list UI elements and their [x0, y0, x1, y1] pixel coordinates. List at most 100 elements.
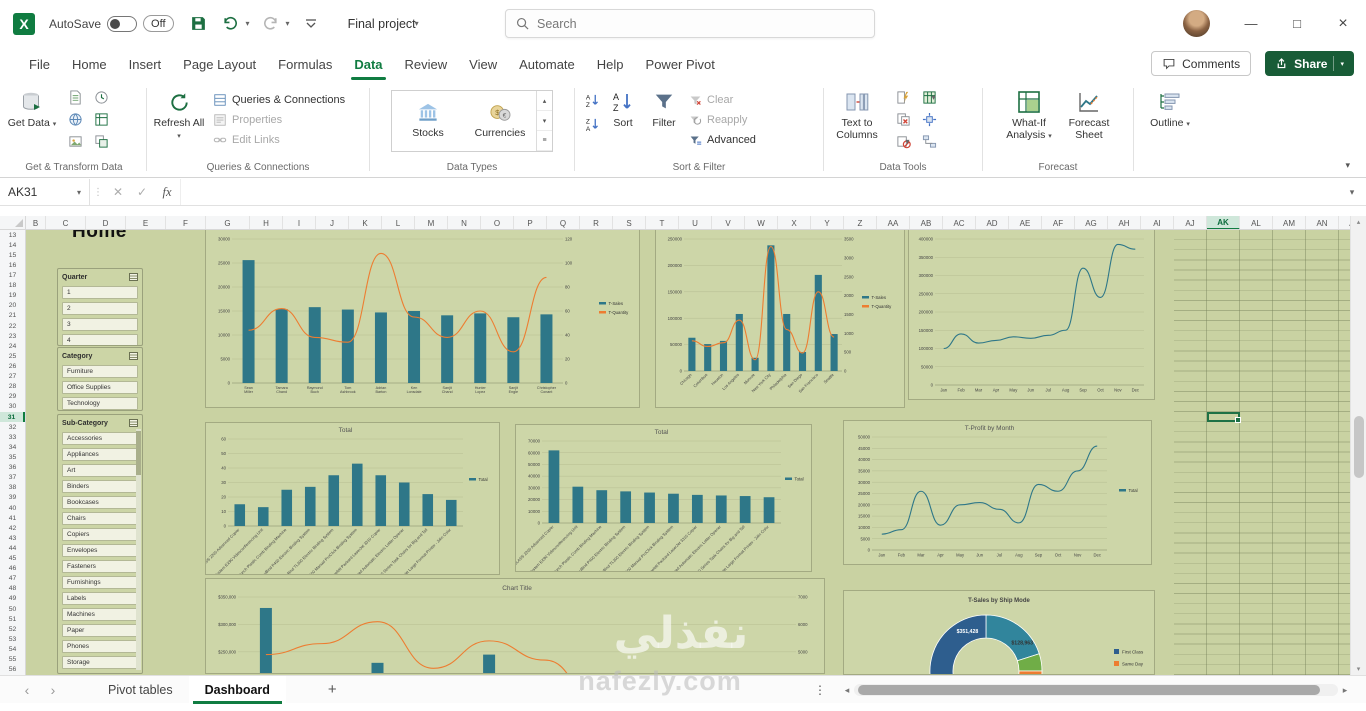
gallery-up-icon[interactable]: ▴ [537, 91, 552, 111]
slicer-item-4[interactable]: 4 [62, 334, 138, 345]
tab-help[interactable]: Help [586, 51, 635, 80]
row-header-28[interactable]: 28 [0, 382, 25, 392]
share-chevron-icon[interactable]: ▾ [1340, 60, 1344, 68]
row-header-50[interactable]: 50 [0, 604, 25, 614]
slicer-item-office-supplies[interactable]: Office Supplies [62, 381, 138, 394]
column-header-M[interactable]: M [415, 216, 448, 229]
horizontal-scrollbar-thumb[interactable] [858, 685, 1320, 695]
multi-select-icon[interactable] [129, 352, 138, 360]
share-button[interactable]: Share ▾ [1265, 51, 1354, 76]
row-header-30[interactable]: 30 [0, 402, 25, 412]
slicer-item-fasteners[interactable]: Fasteners [62, 560, 138, 573]
data-validation-icon[interactable]: ▾ [891, 131, 915, 151]
chart-sales-by-month-line[interactable]: 0 50000 100000 150000 200000 250000 300000 3500… [908, 230, 1155, 400]
from-text-csv-icon[interactable] [63, 87, 87, 107]
selected-cell-AK31[interactable] [1207, 412, 1241, 423]
scroll-left-icon[interactable]: ◂ [840, 685, 854, 696]
slicer-item-copiers[interactable]: Copiers [62, 528, 138, 541]
row-header-20[interactable]: 20 [0, 301, 25, 311]
chart-title-combo[interactable]: Chart Title$-$50,000$100,000$150,000$200… [205, 578, 825, 674]
tab-file[interactable]: File [18, 51, 61, 80]
row-header-39[interactable]: 39 [0, 493, 25, 503]
column-header-AF[interactable]: AF [1042, 216, 1075, 229]
row-header-13[interactable]: 13 [0, 230, 25, 240]
tab-home[interactable]: Home [61, 51, 118, 80]
advanced-filter-button[interactable]: Advanced [689, 130, 756, 150]
slicer-item-phones[interactable]: Phones [62, 640, 138, 653]
close-button[interactable]: × [1320, 0, 1366, 47]
save-icon[interactable] [188, 13, 210, 35]
currencies-tile[interactable]: $ € Currencies [464, 91, 536, 151]
column-header-C[interactable]: C [46, 216, 86, 229]
vertical-scrollbar-thumb[interactable] [1354, 416, 1364, 478]
sheet-tab-pivot-tables[interactable]: Pivot tables [92, 676, 189, 704]
slicer-item-furnishings[interactable]: Furnishings [62, 576, 138, 589]
search-input[interactable]: Search [505, 9, 875, 38]
text-to-columns-button[interactable]: Text to Columns [828, 86, 886, 142]
autosave-toggle[interactable] [107, 15, 138, 32]
from-picture-icon[interactable] [63, 131, 87, 151]
stocks-tile[interactable]: Stocks [392, 91, 464, 151]
user-avatar[interactable] [1183, 10, 1210, 37]
insert-function-icon[interactable]: fx [154, 185, 180, 200]
tab-data[interactable]: Data [343, 51, 393, 80]
row-header-26[interactable]: 26 [0, 361, 25, 371]
row-header-51[interactable]: 51 [0, 614, 25, 624]
row-header-53[interactable]: 53 [0, 634, 25, 644]
row-header-38[interactable]: 38 [0, 483, 25, 493]
row-header-16[interactable]: 16 [0, 260, 25, 270]
slicer-item-art[interactable]: Art [62, 464, 138, 477]
minimize-button[interactable]: — [1228, 0, 1274, 47]
row-header-48[interactable]: 48 [0, 584, 25, 594]
outline-button[interactable]: Outline ▾ [1142, 86, 1198, 130]
undo-icon[interactable] [220, 13, 242, 35]
column-header-V[interactable]: V [712, 216, 745, 229]
row-header-42[interactable]: 42 [0, 523, 25, 533]
row-header-40[interactable]: 40 [0, 503, 25, 513]
get-data-button[interactable]: Get Data ▾ [6, 86, 58, 130]
column-header-O[interactable]: O [481, 216, 514, 229]
refresh-all-button[interactable]: Refresh All ▾ [151, 86, 207, 142]
formula-bar-handle[interactable]: ⋮ [90, 187, 106, 198]
existing-connections-icon[interactable] [89, 131, 113, 151]
chart-profit-by-month[interactable]: T-Profit by Month 0 5000 10000 15000 20000 250… [843, 420, 1152, 565]
column-header-I[interactable]: I [283, 216, 316, 229]
row-header-36[interactable]: 36 [0, 463, 25, 473]
column-header-AM[interactable]: AM [1273, 216, 1306, 229]
column-header-Q[interactable]: Q [547, 216, 580, 229]
column-header-T[interactable]: T [646, 216, 679, 229]
column-header-Z[interactable]: Z [844, 216, 877, 229]
slicer-item-binders[interactable]: Binders [62, 480, 138, 493]
column-header-Y[interactable]: Y [811, 216, 844, 229]
row-header-46[interactable]: 46 [0, 564, 25, 574]
column-header-S[interactable]: S [613, 216, 646, 229]
row-header-45[interactable]: 45 [0, 554, 25, 564]
column-header-U[interactable]: U [679, 216, 712, 229]
from-table-range-icon[interactable] [89, 109, 113, 129]
row-header-32[interactable]: 32 [0, 422, 25, 432]
customize-qat-icon[interactable] [300, 13, 322, 35]
row-header-49[interactable]: 49 [0, 594, 25, 604]
row-header-17[interactable]: 17 [0, 270, 25, 280]
chart-sales-quantity-by-customer[interactable]: 0 5000 10000 15000 20000 25000 30000 0 20 40 60 80 1… [205, 230, 640, 408]
slicer-item-appliances[interactable]: Appliances [62, 448, 138, 461]
maximize-button[interactable]: □ [1274, 0, 1320, 47]
row-header-35[interactable]: 35 [0, 452, 25, 462]
formula-input[interactable] [180, 179, 1338, 205]
row-header-19[interactable]: 19 [0, 291, 25, 301]
row-header-14[interactable]: 14 [0, 240, 25, 250]
new-sheet-button[interactable]: + [328, 681, 337, 698]
document-title[interactable]: Final project ▾ [348, 17, 419, 31]
recent-sources-icon[interactable] [89, 87, 113, 107]
expand-formula-bar-icon[interactable]: ▾ [1338, 187, 1366, 198]
column-header-L[interactable]: L [382, 216, 415, 229]
row-header-56[interactable]: 56 [0, 665, 25, 675]
vertical-scrollbar[interactable]: ▴ ▾ [1350, 216, 1366, 675]
comments-button[interactable]: Comments [1151, 51, 1252, 76]
tab-page-layout[interactable]: Page Layout [172, 51, 267, 80]
column-header-AI[interactable]: AI [1141, 216, 1174, 229]
column-header-AO[interactable]: AO [1339, 216, 1350, 229]
slicer-item-1[interactable]: 1 [62, 286, 138, 299]
collapse-ribbon-icon[interactable]: ▾ [1345, 160, 1350, 171]
enter-icon[interactable]: ✓ [130, 185, 154, 199]
